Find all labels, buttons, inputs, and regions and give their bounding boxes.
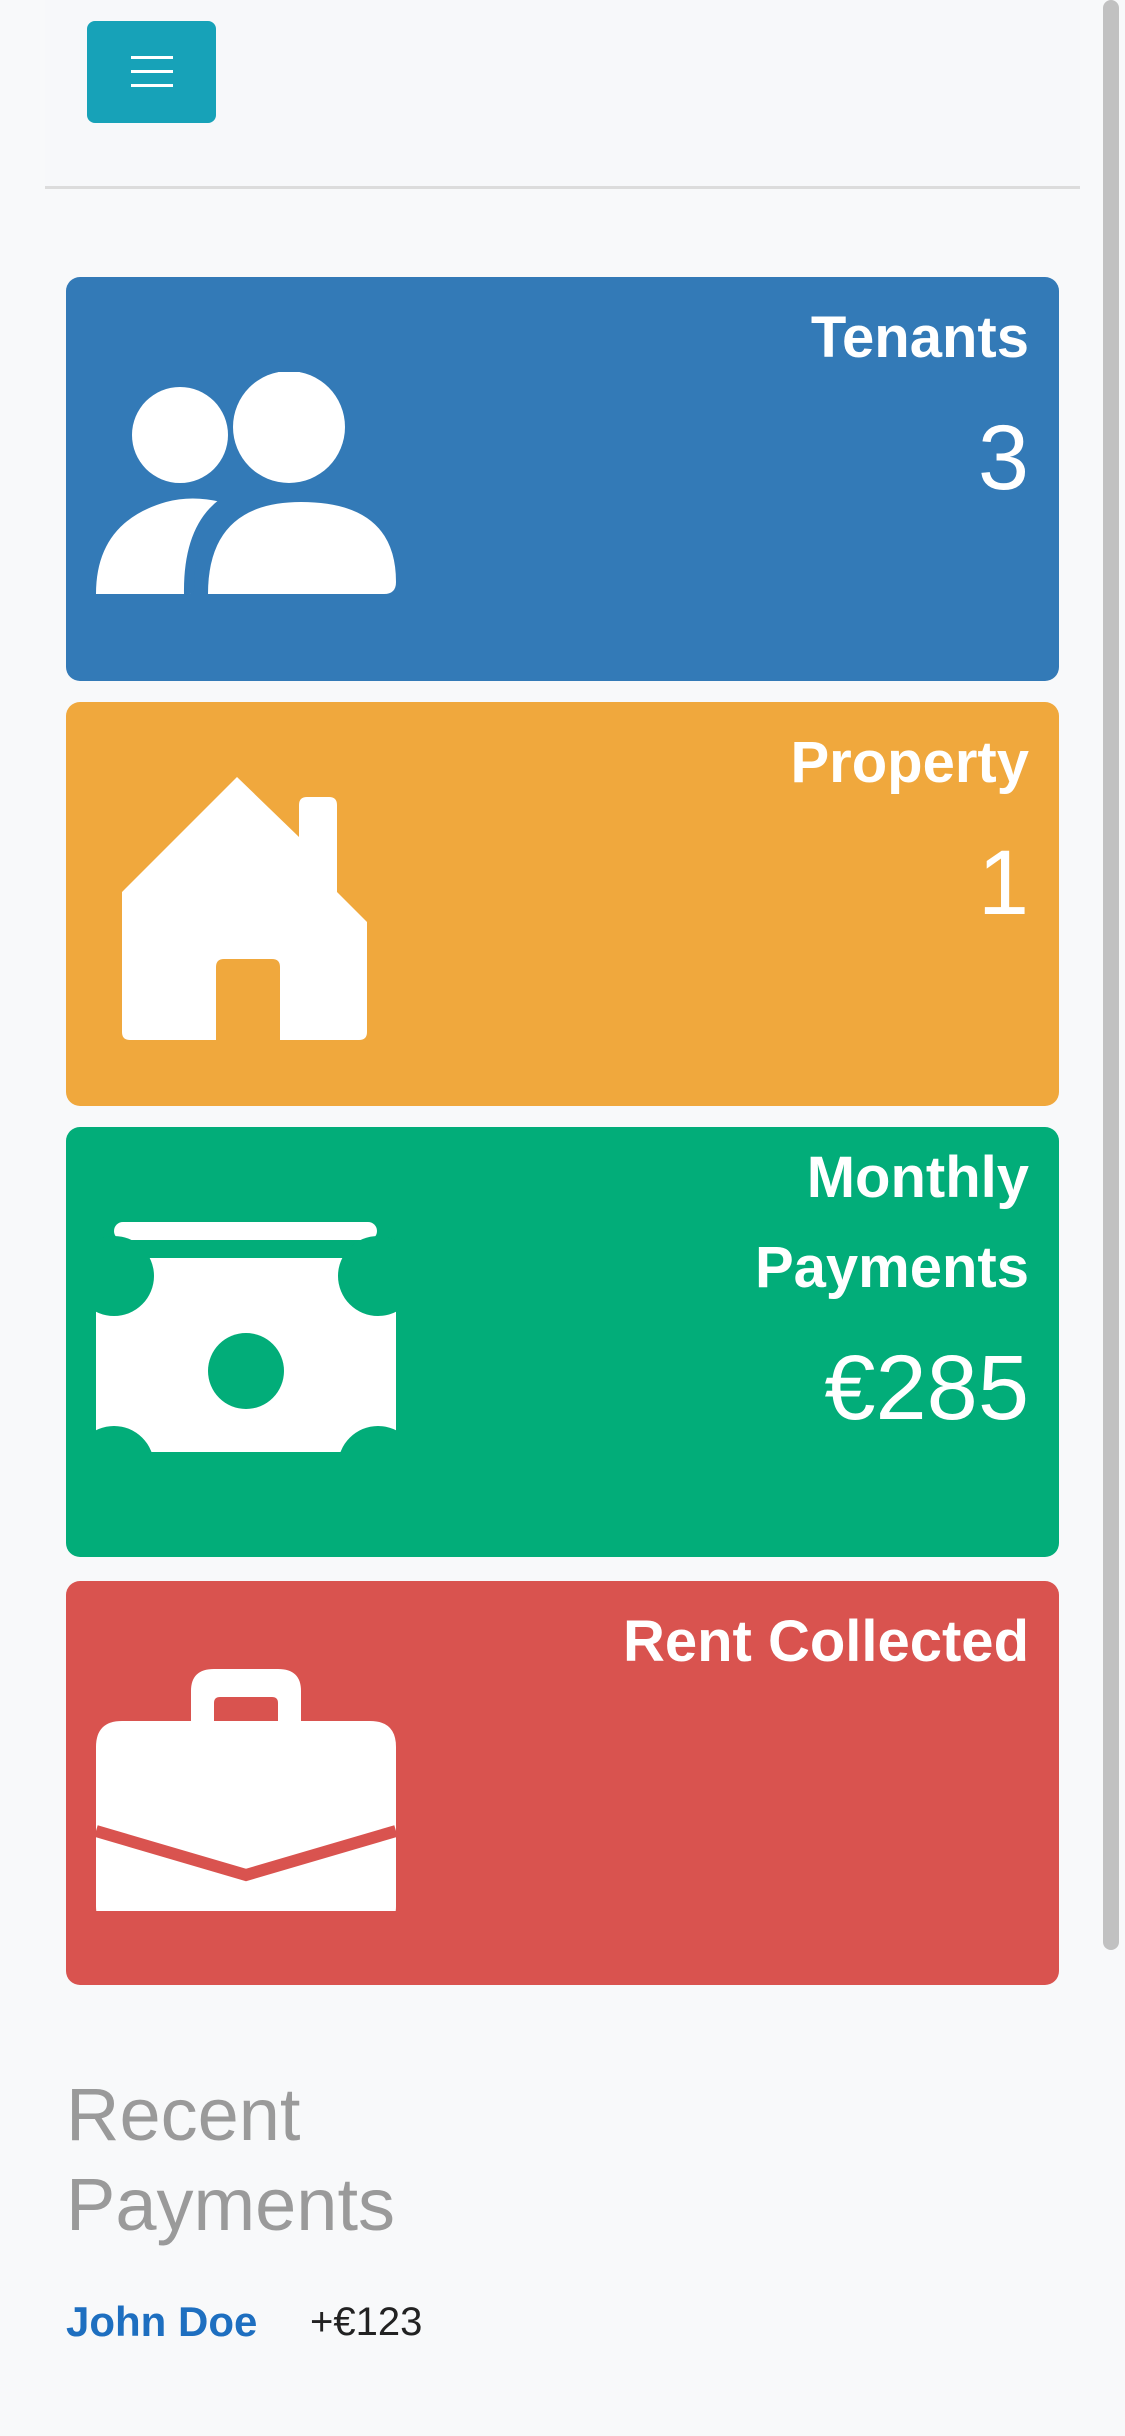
top-navbar [45, 0, 1080, 189]
users-icon [96, 372, 396, 595]
house-icon [122, 777, 367, 1040]
menu-toggle-button[interactable] [87, 21, 216, 123]
card-value: 1 [977, 832, 1029, 934]
scrollbar[interactable] [1103, 0, 1119, 1950]
card-title: Tenants [810, 305, 1029, 370]
property-card[interactable]: Property 1 [66, 702, 1059, 1106]
hamburger-icon [130, 56, 173, 87]
card-value: 3 [977, 407, 1029, 509]
card-title: Monthly Payments [754, 1145, 1029, 1300]
monthly-payments-card[interactable]: Monthly Payments €285 [66, 1127, 1059, 1557]
card-title: Rent Collected [622, 1609, 1029, 1674]
payment-tenant-link[interactable]: John Doe [66, 2290, 266, 2354]
briefcase-icon [96, 1669, 396, 1911]
rent-collected-card[interactable]: Rent Collected [66, 1581, 1059, 1985]
recent-payments-title: Recent Payments [66, 2073, 396, 2246]
tenants-card[interactable]: Tenants 3 [66, 277, 1059, 681]
card-title: Property [790, 730, 1029, 795]
money-bill-icon [96, 1222, 396, 1452]
card-value: €285 [824, 1337, 1029, 1439]
payment-amount: +€123 [310, 2300, 423, 2344]
